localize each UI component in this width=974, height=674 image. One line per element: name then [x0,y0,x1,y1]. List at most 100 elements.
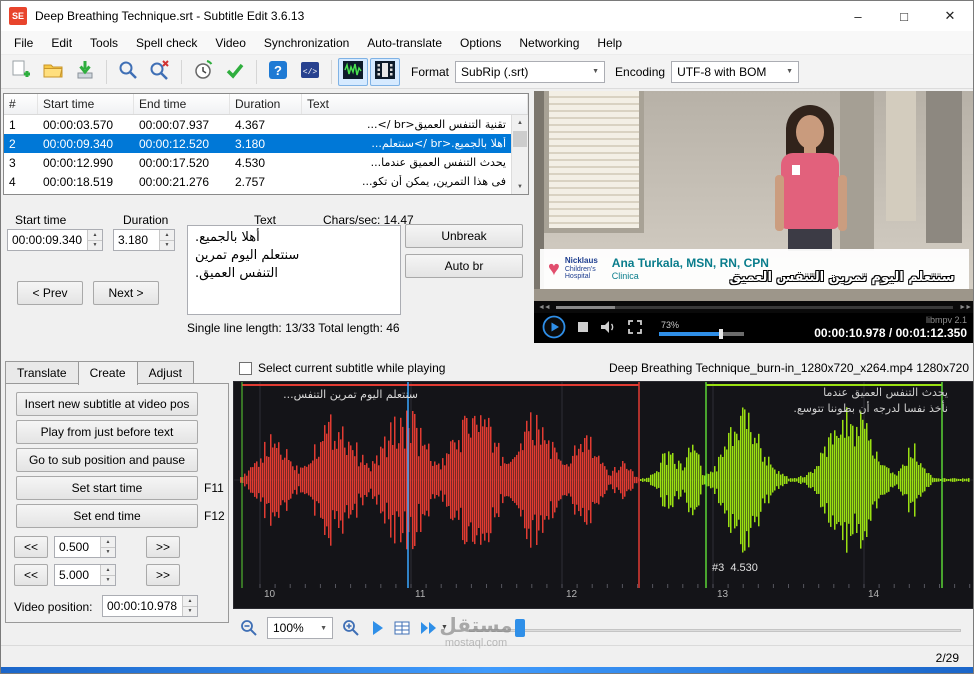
spinner-up-icon[interactable]: ▲ [101,565,115,576]
volume-slider[interactable] [659,329,744,339]
column-duration[interactable]: Duration [230,94,302,114]
source-view-button[interactable]: </> [295,58,325,86]
volume-control[interactable]: 73% [659,320,744,339]
menu-bar: File Edit Tools Spell check Video Synchr… [1,31,973,55]
format-dropdown[interactable]: SubRip (.srt) ▼ [455,60,606,83]
video-position-label: Video position: [14,600,93,614]
play-button[interactable] [542,315,566,342]
spinner-arrows[interactable]: ▲ ▼ [159,230,174,250]
menu-options[interactable]: Options [451,33,510,53]
tab-create[interactable]: Create [77,361,138,385]
spinner-down-icon[interactable]: ▼ [183,606,197,616]
auto-br-button[interactable]: Auto br [405,254,523,278]
list-scrollbar[interactable]: ▲ ▼ [511,115,528,194]
insert-subtitle-button[interactable]: Insert new subtitle at video pos [16,392,198,416]
unbreak-button[interactable]: Unbreak [405,224,523,248]
spinner-up-icon[interactable]: ▲ [88,230,102,241]
open-button[interactable] [38,58,68,86]
fast-forward-icon[interactable]: ►► [959,304,972,311]
spinner-up-icon[interactable]: ▲ [183,596,197,607]
column-end-time[interactable]: End time [134,94,230,114]
next-button[interactable]: Next > [93,281,159,305]
waveform-play-button[interactable] [371,620,385,636]
seek-track[interactable] [555,305,954,309]
spinner-up-icon[interactable]: ▲ [160,230,174,241]
spinner-arrows[interactable]: ▲ ▼ [87,230,102,250]
mute-button[interactable] [600,319,617,338]
nudge-back-small-button[interactable]: << [14,536,48,558]
video-position-input[interactable]: 00:00:10.978 ▲ ▼ [102,595,198,617]
spinner-down-icon[interactable]: ▼ [160,240,174,250]
video-seekbar[interactable]: ◄◄ ►► [534,301,973,313]
spinner-up-icon[interactable]: ▲ [101,537,115,548]
table-row[interactable]: 1 00:00:03.570 00:00:07.937 4.367 تقنية … [4,115,511,134]
scroll-down-icon[interactable]: ▼ [512,179,528,194]
nudge-fwd-small-button[interactable]: >> [146,536,180,558]
close-button[interactable]: ✕ [927,1,973,31]
start-time-input[interactable]: 00:00:09.340 ▲ ▼ [7,229,103,251]
spinner-down-icon[interactable]: ▼ [101,547,115,557]
menu-spell-check[interactable]: Spell check [127,33,206,53]
menu-edit[interactable]: Edit [42,33,81,53]
find-button[interactable] [113,58,143,86]
zoom-in-button[interactable] [341,618,361,638]
table-row[interactable]: 3 00:00:12.990 00:00:17.520 4.530 يحدث ا… [4,153,511,172]
menu-file[interactable]: File [5,33,42,53]
tab-adjust[interactable]: Adjust [136,361,194,385]
help-button[interactable]: ? [263,58,293,86]
zoom-out-button[interactable] [239,618,259,638]
spell-check-button[interactable] [220,58,250,86]
rewind-icon[interactable]: ◄◄ [538,304,551,311]
tab-translate[interactable]: Translate [5,361,79,385]
spinner-arrows[interactable]: ▲ ▼ [100,537,115,557]
menu-tools[interactable]: Tools [81,33,127,53]
grid-view-button[interactable] [393,619,411,637]
table-row[interactable]: 4 00:00:18.519 00:00:21.276 2.757 فى هذا… [4,172,511,191]
scene-window [886,91,916,221]
table-row-selected[interactable]: 2 00:00:09.340 00:00:12.520 3.180 أهلا ب… [4,134,511,153]
fullscreen-button[interactable] [627,319,643,338]
subtitle-text-input[interactable]: أهلا بالجميع. سنتعلم اليوم تمرين التنفس … [187,225,401,315]
menu-networking[interactable]: Networking [510,33,588,53]
select-current-checkbox[interactable] [239,361,252,375]
goto-sub-position-button[interactable]: Go to sub position and pause [16,448,198,472]
encoding-dropdown[interactable]: UTF-8 with BOM ▼ [671,60,800,83]
spinner-arrows[interactable]: ▲ ▼ [182,596,197,616]
video-toggle-button[interactable] [370,57,400,86]
new-button[interactable] [6,58,36,86]
waveform-toggle-button[interactable] [338,57,368,86]
set-start-time-button[interactable]: Set start time [16,476,198,500]
spinner-arrows[interactable]: ▲ ▼ [100,565,115,585]
nudge-back-large-button[interactable]: << [14,564,48,586]
spinner-down-icon[interactable]: ▼ [101,575,115,585]
waveform-scroll-track[interactable] [469,629,961,632]
chevron-down-icon: ▼ [786,68,794,75]
nudge-large-input[interactable]: 5.000 ▲ ▼ [54,564,116,586]
visual-sync-button[interactable] [188,58,218,86]
volume-thumb[interactable] [719,329,724,339]
set-end-time-button[interactable]: Set end time [16,504,198,528]
minimize-button[interactable]: – [835,1,881,31]
waveform-panel[interactable]: سنتعلم اليوم تمرين التنفس... يحدث التنفس… [233,381,973,609]
video-frame[interactable]: ♥ Nicklaus Children's Hospital Ana Turka… [534,91,973,301]
play-before-text-button[interactable]: Play from just before text [16,420,198,444]
scroll-up-icon[interactable]: ▲ [512,115,528,130]
menu-help[interactable]: Help [588,33,631,53]
zoom-level-dropdown[interactable]: 100% ▼ [267,617,333,639]
menu-video[interactable]: Video [206,33,254,53]
nudge-fwd-large-button[interactable]: >> [146,564,180,586]
spinner-down-icon[interactable]: ▼ [88,240,102,250]
menu-synchronization[interactable]: Synchronization [255,33,358,53]
duration-input[interactable]: 3.180 ▲ ▼ [113,229,175,251]
column-number[interactable]: # [4,94,38,114]
prev-button[interactable]: < Prev [17,281,83,305]
stop-button[interactable] [576,320,590,337]
replace-button[interactable] [145,58,175,86]
column-start-time[interactable]: Start time [38,94,134,114]
menu-auto-translate[interactable]: Auto-translate [358,33,451,53]
column-text[interactable]: Text [302,94,528,114]
save-button[interactable] [70,58,100,86]
maximize-button[interactable]: □ [881,1,927,31]
nudge-small-input[interactable]: 0.500 ▲ ▼ [54,536,116,558]
scrollbar-thumb[interactable] [513,131,527,147]
